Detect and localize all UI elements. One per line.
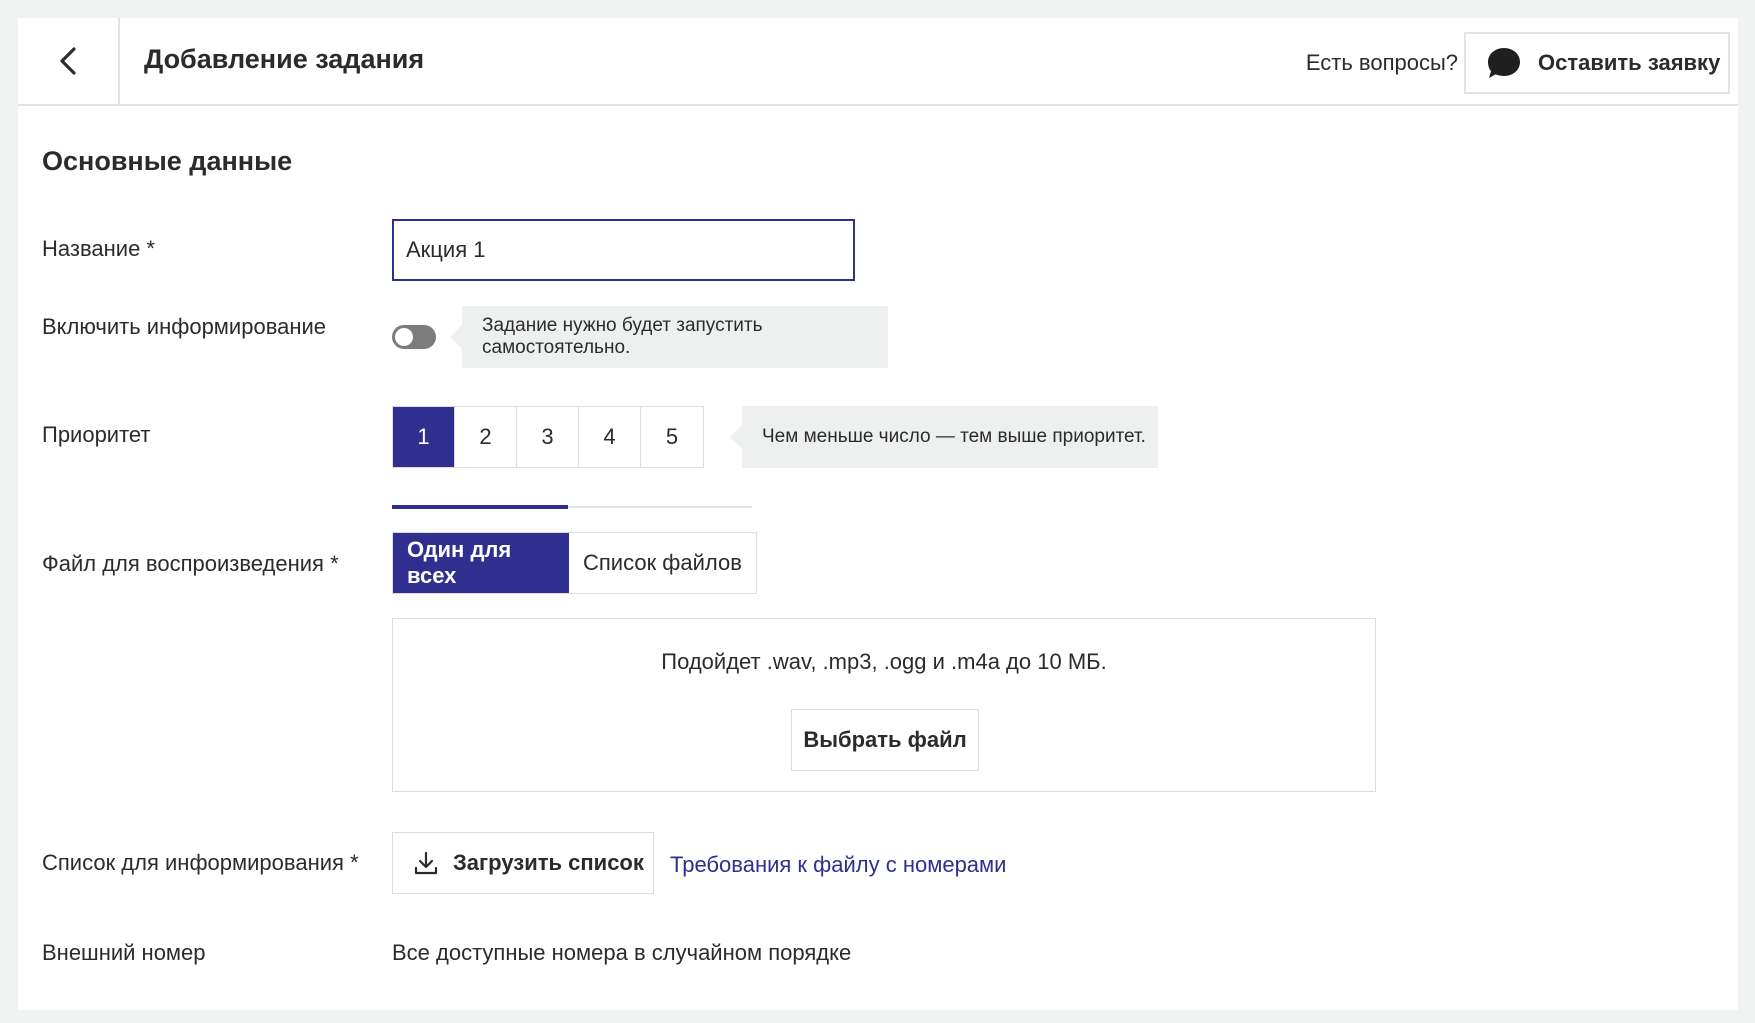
priority-label: Приоритет bbox=[42, 422, 151, 447]
playback-file-label: Файл для воспроизведения * bbox=[42, 551, 339, 576]
chevron-left-icon bbox=[60, 47, 76, 75]
page-title: Добавление задания bbox=[144, 44, 425, 74]
choose-file-button[interactable]: Выбрать файл bbox=[791, 709, 979, 771]
priority-option-5[interactable]: 5 bbox=[641, 407, 703, 467]
informing-hint-text: Задание нужно будет запустить самостояте… bbox=[482, 315, 763, 358]
toggle-knob bbox=[395, 328, 413, 346]
priority-option-4[interactable]: 4 bbox=[579, 407, 641, 467]
back-button[interactable] bbox=[18, 18, 120, 104]
priority-selector: 1 2 3 4 5 bbox=[392, 406, 704, 468]
questions-text: Есть вопросы? bbox=[1305, 50, 1458, 75]
playback-file-mode-selector: Один для всех Список файлов bbox=[392, 532, 757, 594]
priority-option-2[interactable]: 2 bbox=[455, 407, 517, 467]
main-panel: Добавление задания Есть вопросы? Оставит… bbox=[18, 18, 1738, 1010]
leave-request-button[interactable]: Оставить заявку bbox=[1464, 32, 1730, 94]
name-input[interactable] bbox=[392, 219, 855, 281]
upload-list-label: Загрузить список bbox=[453, 850, 644, 875]
name-label: Название * bbox=[42, 236, 155, 261]
priority-option-1[interactable]: 1 bbox=[393, 407, 455, 467]
priority-option-3[interactable]: 3 bbox=[517, 407, 579, 467]
informing-hint: Задание нужно будет запустить самостояте… bbox=[450, 306, 888, 368]
tab-underline-active bbox=[392, 505, 568, 509]
file-list-tab[interactable]: Список файлов bbox=[569, 533, 756, 593]
chat-bubble-icon bbox=[1488, 48, 1520, 78]
informing-toggle[interactable] bbox=[392, 325, 436, 349]
upload-hint: Подойдет .wav, .mp3, .ogg и .m4a до 10 М… bbox=[661, 649, 1107, 674]
leave-request-label: Оставить заявку bbox=[1538, 50, 1721, 75]
priority-hint-text: Чем меньше число — тем выше приоритет. bbox=[762, 426, 1146, 447]
informing-label: Включить информирование bbox=[42, 314, 327, 339]
priority-hint: Чем меньше число — тем выше приоритет. bbox=[730, 406, 1158, 468]
external-number-value: Все доступные номера в случайном порядке bbox=[392, 940, 852, 965]
page-header: Добавление задания Есть вопросы? Оставит… bbox=[18, 18, 1738, 106]
external-number-label: Внешний номер bbox=[42, 940, 206, 965]
file-requirements-link[interactable]: Требования к файлу с номерами bbox=[670, 852, 1006, 878]
upload-list-button[interactable]: Загрузить список bbox=[392, 832, 654, 894]
section-title: Основные данные bbox=[42, 146, 293, 176]
file-upload-area[interactable]: Подойдет .wav, .mp3, .ogg и .m4a до 10 М… bbox=[392, 618, 1376, 792]
informing-list-label: Список для информирования * bbox=[42, 850, 359, 875]
one-for-all-tab[interactable]: Один для всех bbox=[393, 533, 569, 593]
download-icon bbox=[414, 851, 438, 875]
